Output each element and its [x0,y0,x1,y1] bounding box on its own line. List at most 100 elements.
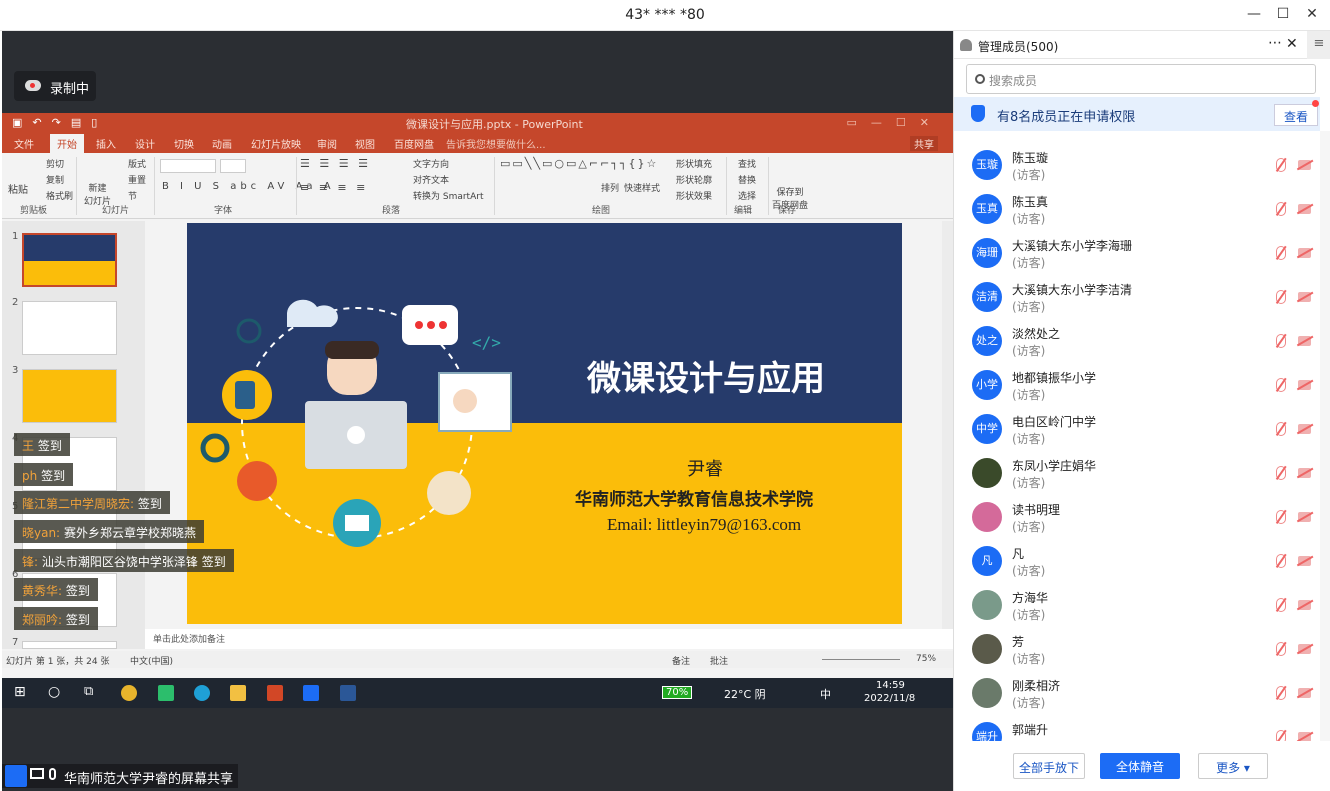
slide-thumbnail-2[interactable] [22,301,117,355]
font-name-box[interactable] [160,159,216,173]
paste-button[interactable]: 粘贴 [8,181,28,196]
tencent-meeting-icon[interactable] [303,685,319,701]
text-direction-button[interactable]: 文字方向 [413,157,449,170]
mic-muted-icon[interactable] [1276,334,1286,348]
align-icons[interactable]: ≡ ≡ ≡ ≡ [300,181,368,194]
font-size-box[interactable] [220,159,246,173]
edge-icon[interactable] [194,685,210,701]
member-row[interactable]: 海珊 大溪镇大东小学李海珊 (访客) [954,231,1320,275]
ppt-tab-file[interactable]: 文件 [14,136,34,151]
clock-date[interactable]: 2022/11/8 [864,693,915,704]
align-text-button[interactable]: 对齐文本 [413,173,449,186]
find-button[interactable]: 查找 [738,157,756,170]
cut-button[interactable]: 剪切 [46,157,64,170]
camera-off-icon[interactable] [1298,160,1311,170]
ppt-tab-animations[interactable]: 动画 [212,136,232,151]
mic-muted-icon[interactable] [1276,246,1286,260]
camera-off-icon[interactable] [1298,732,1311,741]
ppt-tab-transitions[interactable]: 切换 [174,136,194,151]
ppt-tab-baidu[interactable]: 百度网盘 [394,136,434,151]
ppt-tab-home[interactable]: 开始 [50,134,84,153]
chrome-icon[interactable] [121,685,137,701]
mic-muted-icon[interactable] [1276,290,1286,304]
mic-muted-icon[interactable] [1276,158,1286,172]
camera-off-icon[interactable] [1298,688,1311,698]
member-row[interactable]: 凡凡 (访客) [954,539,1320,583]
camera-off-icon[interactable] [1298,292,1311,302]
select-button[interactable]: 选择 [738,189,756,202]
camera-off-icon[interactable] [1298,248,1311,258]
ppt-tab-design[interactable]: 设计 [135,136,155,151]
ppt-tab-insert[interactable]: 插入 [96,136,116,151]
reset-button[interactable]: 重置 [128,173,146,186]
slide-thumbnail-3[interactable] [22,369,117,423]
slide-scrollbar[interactable] [942,221,953,649]
notes-pane[interactable]: 单击此处添加备注 [145,629,953,649]
windows-start-icon[interactable]: ⊞ [14,684,26,700]
mic-muted-icon[interactable] [1276,642,1286,656]
camera-off-icon[interactable] [1298,380,1311,390]
member-row[interactable]: 端升 郭端升 [954,715,1320,741]
more-options-icon[interactable]: ⋯ [1268,35,1282,51]
slide-thumbnail-7[interactable] [22,641,117,649]
replace-button[interactable]: 替换 [738,173,756,186]
camera-off-icon[interactable] [1298,512,1311,522]
search-icon[interactable]: ○ [48,684,60,700]
shape-fill-button[interactable]: 形状填充 [676,157,712,170]
format-painter-button[interactable]: 格式刷 [46,189,73,202]
member-search-input[interactable]: 搜索成员 [966,64,1316,94]
member-row[interactable]: 小学 地都镇振华小学 (访客) [954,363,1320,407]
mic-muted-icon[interactable] [1276,466,1286,480]
mic-muted-icon[interactable] [1276,510,1286,524]
slide-canvas[interactable]: </> 微课设计与应用 尹睿 华南师范大学教育信息技术学院 Email: lit… [187,223,902,624]
tell-me-box[interactable]: 告诉我您想要做什么... [446,136,546,151]
close-panel-icon[interactable]: ✕ [1286,36,1298,52]
camera-off-icon[interactable] [1298,468,1311,478]
smartart-button[interactable]: 转换为 SmartArt [413,189,483,202]
quick-styles-button[interactable]: 快速样式 [624,181,660,194]
camera-off-icon[interactable] [1298,556,1311,566]
camera-off-icon[interactable] [1298,204,1311,214]
mic-muted-icon[interactable] [1276,686,1286,700]
minimize-icon[interactable]: — [1244,6,1264,26]
ppt-share-button[interactable]: 共享 [910,136,938,151]
arrange-button[interactable]: 排列 [601,181,619,194]
member-row[interactable]: 刚柔相济 (访客) [954,671,1320,715]
battery-indicator[interactable]: 70% [662,686,693,699]
mic-muted-icon[interactable] [1276,378,1286,392]
file-explorer-icon[interactable] [230,685,246,701]
camera-off-icon[interactable] [1298,644,1311,654]
paragraph-icons[interactable]: ☰ ☰ ☰ ☰ [300,157,371,170]
powerpoint-icon[interactable] [267,685,283,701]
camera-off-icon[interactable] [1298,424,1311,434]
task-view-icon[interactable]: ⧉ [84,684,93,699]
members-scrollbar[interactable] [1320,131,1330,741]
view-requests-button[interactable]: 查看 [1274,104,1318,126]
member-row[interactable]: 芳 (访客) [954,627,1320,671]
mic-muted-icon[interactable] [1276,422,1286,436]
member-row[interactable]: 方海华 (访客) [954,583,1320,627]
camera-off-icon[interactable] [1298,600,1311,610]
shape-outline-button[interactable]: 形状轮廓 [676,173,712,186]
more-button[interactable]: 更多 ▾ [1198,753,1268,779]
ppt-tab-review[interactable]: 审阅 [317,136,337,151]
word-icon[interactable] [340,685,356,701]
member-row[interactable]: 玉璇 陈玉璇 (访客) [954,143,1320,187]
wechat-work-icon[interactable] [158,685,174,701]
comments-toggle[interactable]: 批注 [710,654,728,667]
member-row[interactable]: 洁清 大溪镇大东小学李洁清 (访客) [954,275,1320,319]
member-row[interactable]: 处之 淡然处之 (访客) [954,319,1320,363]
menu-icon[interactable]: ≡ [1307,31,1330,59]
member-row[interactable]: 中学 电白区岭门中学 (访客) [954,407,1320,451]
shapes-gallery[interactable]: ▭▭╲╲▭○▭△⌐⌐┐┐{}☆ [500,157,658,170]
ppt-tab-slideshow[interactable]: 幻灯片放映 [251,136,301,151]
mic-muted-icon[interactable] [1276,202,1286,216]
copy-button[interactable]: 复制 [46,173,64,186]
lower-all-hands-button[interactable]: 全部手放下 [1013,753,1085,779]
member-row[interactable]: 东凤小学庄娟华 (访客) [954,451,1320,495]
mic-muted-icon[interactable] [1276,554,1286,568]
maximize-icon[interactable]: ☐ [1273,6,1293,26]
slide-thumbnail-1[interactable] [22,233,117,287]
ppt-tab-view[interactable]: 视图 [355,136,375,151]
weather-widget[interactable]: 22°C 阴 [724,686,766,702]
